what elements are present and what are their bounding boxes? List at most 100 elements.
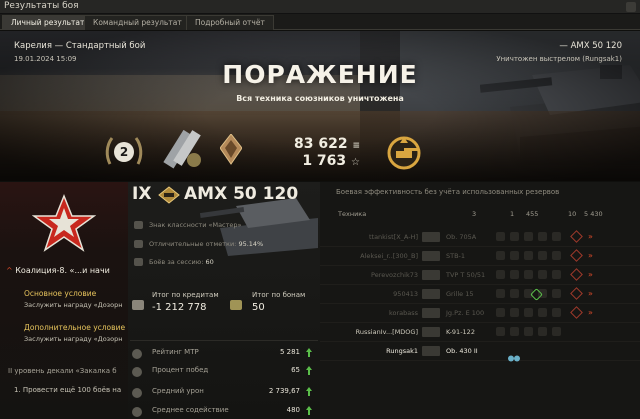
efficiency-row[interactable]: Aleksei_r..[300_B] STB-1 » bbox=[320, 247, 640, 266]
xp-value: 1 763 bbox=[302, 153, 347, 169]
achievement-battles: Боёв за сессию: 60 bbox=[134, 258, 214, 266]
marker-slot bbox=[538, 251, 547, 260]
vehicle-name: STB-1 bbox=[446, 252, 466, 260]
efficiency-row[interactable]: RussianIv...[MDOG] K-91-122 bbox=[320, 323, 640, 342]
marker-slot bbox=[538, 308, 547, 317]
credits-stack-icon bbox=[132, 300, 144, 310]
critical-marker-icon: » bbox=[588, 308, 593, 317]
mission-main-text: Заслужить награду «Дозорн bbox=[24, 301, 123, 309]
achievement-mastery: Знак классности «Мастер» bbox=[134, 221, 242, 229]
player-name: ttankist[X_A-H] bbox=[368, 233, 418, 241]
achievement-marks: Отличительные отметки: 95.14% bbox=[134, 240, 263, 248]
marker-slot bbox=[496, 270, 505, 279]
marker-slot bbox=[496, 251, 505, 260]
credits-value: 83 622 bbox=[293, 136, 348, 152]
battle-results-window: { "window": {"title": "Результаты боя"},… bbox=[0, 0, 640, 419]
col-vehicle[interactable]: Техника bbox=[338, 210, 366, 218]
rank-number: 2 bbox=[120, 145, 128, 159]
critical-marker-icon: » bbox=[588, 270, 593, 279]
vehicle-thumbnail-icon bbox=[422, 327, 440, 337]
col-crits[interactable]: 10 bbox=[568, 210, 576, 218]
mission-title[interactable]: ^ Коалиция-8. «...и начи bbox=[6, 266, 128, 275]
vehicle-name: Ob. 430 II bbox=[446, 347, 478, 355]
battle-result-reason: Вся техника союзников уничтожена bbox=[236, 94, 404, 103]
player-name: RussianIv...[MDOG] bbox=[355, 328, 418, 336]
credits-icon: ≡ bbox=[352, 141, 360, 151]
damage-marker-icon bbox=[570, 268, 583, 281]
mastery-badge-icon[interactable] bbox=[386, 133, 422, 171]
col-total[interactable]: 5 430 bbox=[584, 210, 603, 218]
marker-slot bbox=[524, 308, 533, 317]
vehicle-thumbnail-icon bbox=[422, 270, 440, 280]
marker-slot bbox=[496, 232, 505, 241]
credits-total: 83 622 ≡ bbox=[270, 136, 360, 152]
rank-laurel-icon[interactable]: 2 bbox=[104, 134, 144, 170]
efficiency-header: Боевая эффективность без учёта использов… bbox=[336, 188, 560, 196]
tab-team[interactable]: Командный результат bbox=[84, 15, 191, 30]
player-name: Aleksei_r..[300_B] bbox=[360, 252, 418, 260]
battles-icon bbox=[134, 258, 143, 266]
vehicle-name: Ob. 705A bbox=[446, 233, 477, 241]
xp-total: 1 763 ☆ bbox=[270, 153, 360, 169]
vehicle-name: Jg.Pz. E 100 bbox=[446, 309, 485, 317]
damage-marker-icon bbox=[570, 230, 583, 243]
marker-slot bbox=[524, 232, 533, 241]
col-damage[interactable]: 455 bbox=[526, 210, 538, 218]
map-name: Карелия — Стандартный бой bbox=[14, 41, 146, 51]
critical-marker-icon: » bbox=[588, 251, 593, 260]
marker-slot bbox=[552, 289, 561, 298]
efficiency-row[interactable]: Perevozchik73 TVP T 50/51 » bbox=[320, 266, 640, 285]
arrow-up-icon bbox=[306, 348, 312, 357]
decal-level: II уровень декали «Закалка б bbox=[8, 367, 117, 375]
marker-slot bbox=[496, 308, 505, 317]
efficiency-row[interactable]: ttankist[X_A-H] Ob. 705A » bbox=[320, 228, 640, 247]
stat-row: Рейтинг МТР 5 281 bbox=[130, 345, 318, 363]
stat-row: Процент побед 65 bbox=[130, 363, 318, 381]
arrow-up-icon bbox=[306, 387, 312, 396]
arrow-up-icon bbox=[306, 406, 312, 415]
marks-icon bbox=[134, 240, 143, 248]
efficiency-row[interactable]: korabass Jg.Pz. E 100 » bbox=[320, 304, 640, 323]
col-kills[interactable]: 1 bbox=[510, 210, 514, 218]
mastery-small-icon bbox=[134, 221, 143, 229]
col-spotted[interactable]: 3 bbox=[472, 210, 476, 218]
vehicle-name: AMX 50 120 bbox=[184, 184, 299, 204]
vehicle-name: K-91-122 bbox=[446, 328, 475, 336]
vehicle-tier: IX bbox=[132, 184, 152, 204]
vehicle-thumbnail-icon bbox=[422, 232, 440, 242]
marker-slot bbox=[538, 232, 547, 241]
player-name: 950413 bbox=[393, 290, 418, 298]
battle-result: ПОРАЖЕНИЕ bbox=[222, 60, 418, 89]
vehicle-name: TVP T 50/51 bbox=[446, 271, 486, 279]
stats-divider bbox=[130, 340, 318, 341]
vehicle-thumbnail-icon bbox=[422, 346, 440, 356]
title-bar: Результаты боя bbox=[0, 0, 640, 14]
efficiency-row[interactable]: 950413 Grille 15 » bbox=[320, 285, 640, 304]
critical-marker-icon: » bbox=[588, 232, 593, 241]
marker-slot bbox=[552, 327, 561, 336]
bonds-total-value: 50 bbox=[252, 302, 265, 313]
tab-bar: Личный результат Командный результат Под… bbox=[0, 14, 640, 30]
quest-progress: 1. Провести ещё 100 боёв на bbox=[14, 386, 122, 394]
player-name: korabass bbox=[388, 309, 418, 317]
class-mark-icon[interactable] bbox=[220, 134, 242, 166]
vehicle-thumbnail-icon bbox=[422, 308, 440, 318]
mission-title-text: Коалиция-8. «...и начи bbox=[15, 266, 110, 275]
tab-detailed[interactable]: Подробный отчёт bbox=[186, 15, 274, 30]
marker-slot bbox=[524, 251, 533, 260]
ammo-medal-icon[interactable] bbox=[152, 130, 208, 174]
vehicle-thumbnail-icon bbox=[422, 251, 440, 261]
damage-marker-icon bbox=[570, 287, 583, 300]
stat-row: Среднее содействие 480 bbox=[130, 403, 318, 419]
efficiency-row[interactable]: Rungsak1 Ob. 430 II bbox=[320, 342, 640, 362]
stat-row: Средний урон 2 739,67 bbox=[130, 384, 318, 402]
marker-slot bbox=[524, 327, 533, 336]
vehicle-thumbnail-icon bbox=[422, 289, 440, 299]
mission-chevron-icon: ^ bbox=[6, 266, 16, 275]
marker-slot bbox=[510, 232, 519, 241]
bonds-icon bbox=[230, 300, 242, 310]
marker-slot bbox=[496, 327, 505, 336]
marker-slot bbox=[552, 270, 561, 279]
tab-personal[interactable]: Личный результат bbox=[2, 15, 94, 30]
close-button[interactable] bbox=[626, 2, 636, 12]
